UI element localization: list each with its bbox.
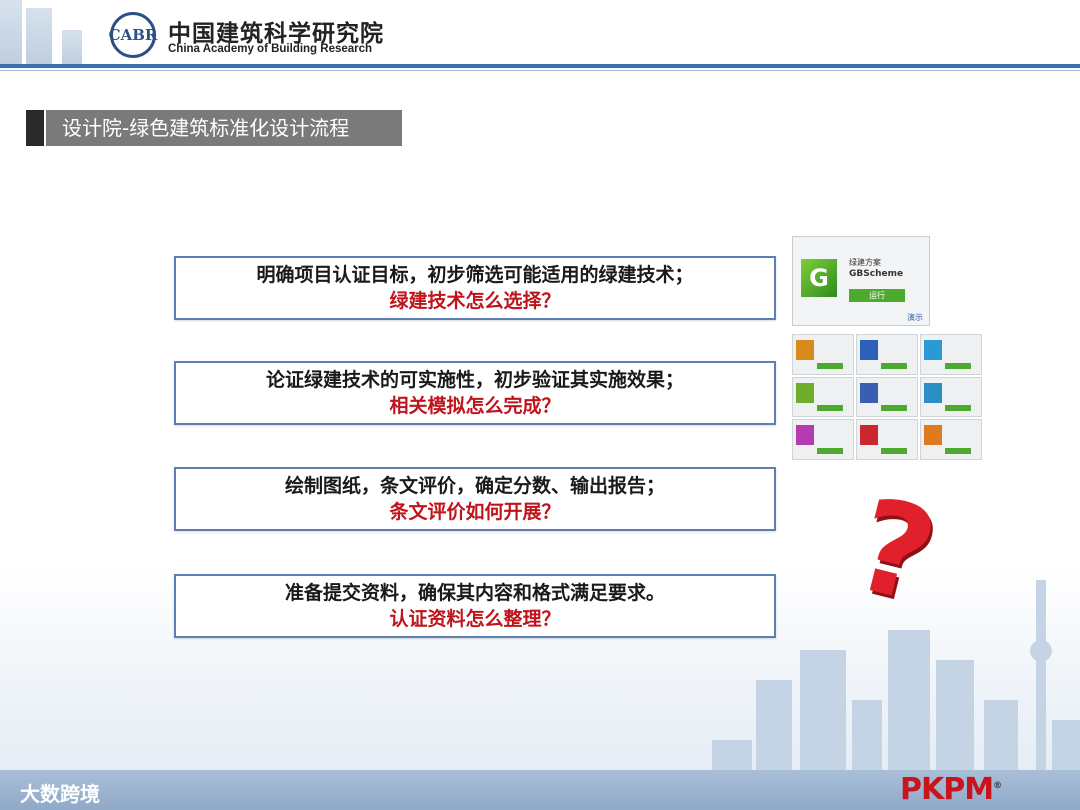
software-module-tile[interactable] — [920, 334, 982, 375]
module-run-button[interactable] — [817, 362, 843, 369]
module-run-button[interactable] — [881, 448, 907, 454]
header-divider-thin — [0, 70, 1080, 71]
gbscheme-logo-icon: G — [801, 259, 837, 297]
module-run-button[interactable] — [945, 405, 971, 412]
tv-tower-sphere — [1030, 640, 1052, 662]
module-icon — [924, 382, 942, 403]
skyline-building — [936, 660, 974, 770]
watermark-text: 大数跨境 — [20, 782, 100, 806]
skyline-building — [1052, 720, 1080, 770]
tv-tower — [1036, 580, 1046, 770]
skyline-building — [0, 0, 22, 64]
header-divider — [0, 64, 1080, 68]
process-step-4: 准备提交资料，确保其内容和格式满足要求。 认证资料怎么整理？ — [174, 574, 776, 638]
module-icon — [924, 425, 942, 446]
step-text: 绘制图纸，条文评价，确定分数、输出报告； — [284, 475, 665, 497]
module-icon — [796, 340, 814, 360]
module-run-button[interactable] — [881, 405, 907, 412]
skyline-building — [800, 650, 846, 770]
gbscheme-run-button[interactable]: 运行 — [849, 289, 905, 302]
gbscheme-demo-link[interactable]: 演示 — [907, 312, 923, 323]
software-module-tile[interactable] — [792, 334, 854, 375]
module-run-button[interactable] — [945, 362, 971, 369]
software-module-tile[interactable] — [792, 419, 854, 460]
registered-mark: ® — [993, 781, 1002, 791]
skyline-building — [26, 8, 52, 64]
software-module-grid — [792, 334, 982, 460]
step-question: 相关模拟怎么完成？ — [389, 395, 561, 417]
step-question: 条文评价如何开展？ — [389, 501, 561, 523]
module-run-button[interactable] — [881, 362, 907, 369]
software-module-tile[interactable] — [856, 419, 918, 460]
pkpm-brand-logo: PKPM® — [900, 772, 1002, 807]
module-run-button[interactable] — [817, 448, 843, 454]
software-module-tile[interactable] — [792, 376, 854, 418]
software-module-tile[interactable] — [920, 419, 982, 460]
process-step-2: 论证绿建技术的可实施性，初步验证其实施效果； 相关模拟怎么完成？ — [174, 361, 776, 425]
software-module-tile[interactable] — [856, 334, 918, 375]
step-text: 准备提交资料，确保其内容和格式满足要求。 — [284, 582, 665, 604]
module-icon — [796, 382, 814, 403]
module-run-button[interactable] — [945, 448, 971, 454]
org-name-en: China Academy of Building Research — [168, 43, 373, 55]
skyline-building — [984, 700, 1018, 770]
step-text: 明确项目认证目标，初步筛选可能适用的绿建技术； — [256, 264, 694, 286]
gbscheme-name-cn: 绿建方案 — [849, 258, 881, 267]
step-text: 论证绿建技术的可实施性，初步验证其实施效果； — [265, 369, 684, 391]
module-run-button[interactable] — [817, 405, 843, 412]
title-accent-block — [26, 110, 44, 146]
gbscheme-app-panel: G 绿建方案 GBScheme 运行 演示 — [792, 236, 930, 326]
software-module-tile[interactable] — [856, 376, 918, 418]
org-logo: CABR — [109, 12, 157, 58]
brand-text: PKPM — [900, 772, 994, 807]
skyline-building — [756, 680, 792, 770]
process-step-1: 明确项目认证目标，初步筛选可能适用的绿建技术； 绿建技术怎么选择？ — [174, 256, 776, 320]
process-step-3: 绘制图纸，条文评价，确定分数、输出报告； 条文评价如何开展？ — [174, 467, 776, 531]
gbscheme-name-en: GBScheme — [849, 269, 904, 279]
software-module-tile[interactable] — [920, 376, 982, 418]
slide-title: 设计院-绿色建筑标准化设计流程 — [46, 110, 402, 146]
module-icon — [860, 340, 878, 360]
module-icon — [860, 425, 878, 446]
skyline-building — [888, 630, 930, 770]
step-question: 绿建技术怎么选择？ — [389, 290, 561, 312]
module-icon — [860, 382, 878, 403]
module-icon — [796, 425, 814, 446]
module-icon — [924, 340, 942, 360]
skyline-building — [712, 740, 752, 770]
skyline-building — [62, 30, 82, 64]
step-question: 认证资料怎么整理？ — [389, 608, 561, 630]
skyline-building — [852, 700, 882, 770]
